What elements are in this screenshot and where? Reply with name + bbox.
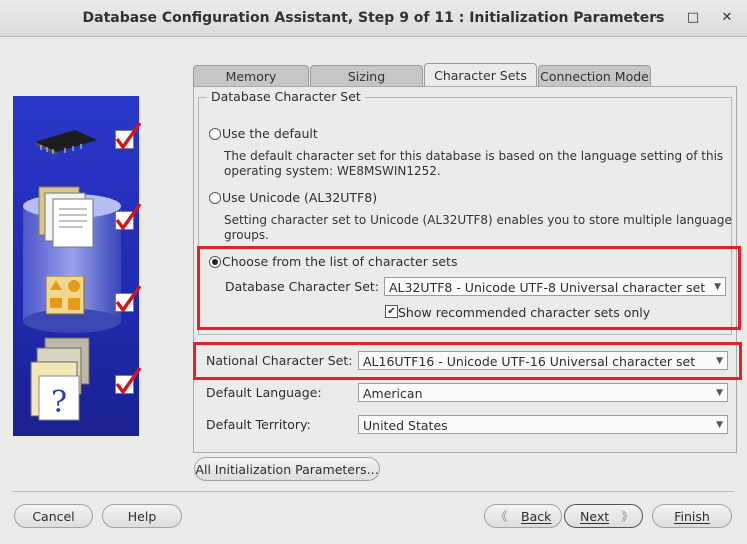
back-button[interactable]: 《 Back — [484, 504, 562, 528]
tab-memory[interactable]: Memory — [193, 65, 309, 87]
default-territory-label: Default Territory: — [206, 417, 311, 432]
chevron-down-icon: ▼ — [716, 388, 723, 398]
step-complete-checkbox — [115, 366, 142, 394]
all-init-params-button[interactable]: All Initialization Parameters... — [194, 457, 380, 481]
tab-character-sets[interactable]: Character Sets — [424, 63, 537, 88]
cancel-button[interactable]: Cancel — [14, 504, 93, 528]
window-title: Database Configuration Assistant, Step 9… — [82, 10, 665, 26]
help-button[interactable]: Help — [102, 504, 182, 528]
highlight-box — [197, 246, 741, 330]
close-button[interactable]: ✕ — [717, 8, 737, 28]
national-charset-label: National Character Set: — [206, 353, 353, 368]
minimize-button[interactable]: – — [648, 8, 668, 28]
finish-label: Finish — [674, 509, 710, 524]
national-charset-value: AL16UTF16 - Unicode UTF-16 Universal cha… — [363, 354, 696, 369]
shapes-icon — [46, 276, 85, 315]
chevron-left-icon: 《 — [495, 509, 508, 524]
tab-connection-mode[interactable]: Connection Mode — [538, 65, 651, 87]
default-description: operating system: WE8MSWIN1252. — [224, 164, 441, 178]
step-complete-checkbox — [115, 284, 142, 312]
dialog-body: ? Memory Sizing Character Sets Connectio… — [0, 37, 747, 544]
chevron-down-icon: ▼ — [716, 356, 723, 366]
default-language-select[interactable]: American ▼ — [358, 383, 728, 402]
use-default-radio[interactable] — [209, 128, 221, 140]
svg-text:?: ? — [51, 385, 67, 420]
documents-icon — [38, 186, 94, 248]
step-complete-checkbox — [115, 202, 142, 230]
use-default-label: Use the default — [222, 126, 318, 141]
footer-divider — [12, 491, 734, 492]
next-button[interactable]: Next 》 — [564, 504, 643, 528]
next-label: Next — [580, 509, 610, 524]
use-unicode-radio[interactable] — [209, 192, 221, 204]
maximize-button[interactable]: □ — [683, 8, 703, 28]
default-language-value: American — [363, 386, 423, 401]
folders-question-icon: ? — [30, 337, 90, 421]
unicode-description: groups. — [224, 228, 269, 242]
tab-sizing[interactable]: Sizing — [310, 65, 423, 87]
checkmark-icon — [115, 121, 142, 149]
chevron-right-icon: 》 — [621, 509, 634, 524]
step-complete-checkbox — [115, 121, 142, 149]
unicode-description: Setting character set to Unicode (AL32UT… — [224, 213, 732, 227]
group-title: Database Character Set — [207, 89, 365, 104]
checkmark-icon — [115, 202, 142, 230]
chevron-down-icon: ▼ — [716, 420, 723, 430]
chip-icon — [35, 130, 97, 155]
finish-button[interactable]: Finish — [652, 504, 732, 528]
default-territory-value: United States — [363, 418, 448, 433]
national-charset-select[interactable]: AL16UTF16 - Unicode UTF-16 Universal cha… — [358, 351, 728, 370]
default-language-label: Default Language: — [206, 385, 322, 400]
default-territory-select[interactable]: United States ▼ — [358, 415, 728, 434]
default-description: The default character set for this datab… — [224, 149, 724, 163]
checkmark-icon — [115, 284, 142, 312]
checkmark-icon — [115, 366, 142, 394]
back-label: Back — [521, 509, 552, 524]
title-bar: Database Configuration Assistant, Step 9… — [0, 0, 747, 37]
wizard-illustration: ? — [13, 96, 142, 436]
use-unicode-label: Use Unicode (AL32UTF8) — [222, 190, 378, 205]
